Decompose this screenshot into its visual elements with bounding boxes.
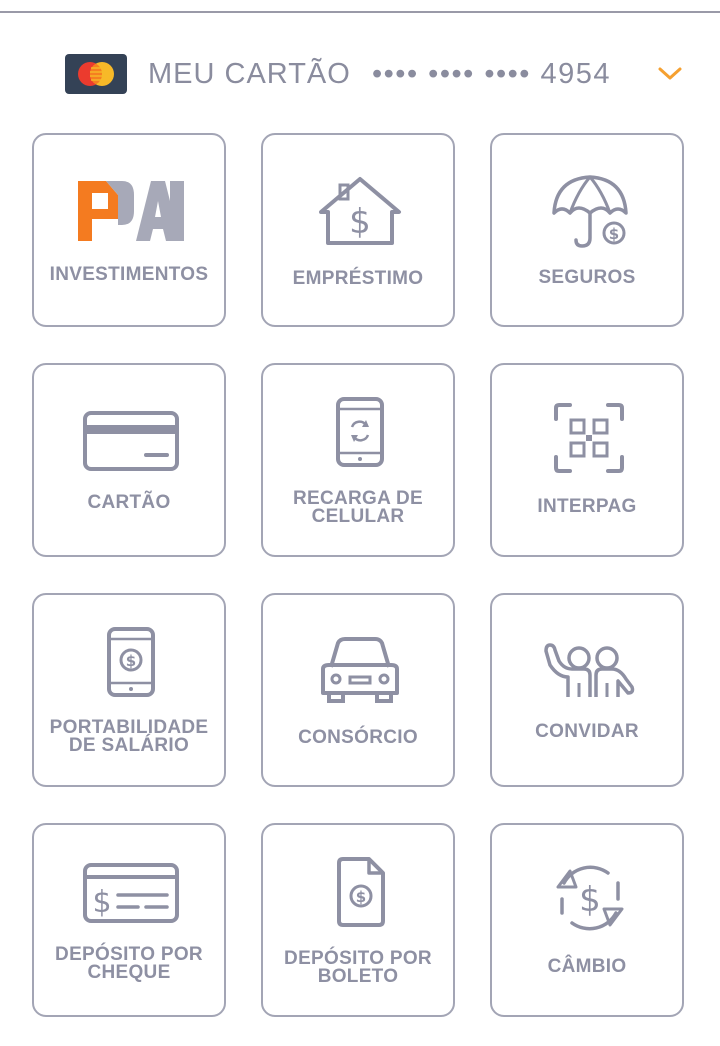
card-number: •••• •••• •••• 4954 bbox=[372, 58, 612, 90]
menu-tile-convidar[interactable]: CONVIDAR bbox=[490, 593, 684, 787]
svg-text:$: $ bbox=[579, 880, 601, 920]
menu-tile-label: DEPÓSITO POR CHEQUE bbox=[55, 944, 203, 983]
svg-text:$: $ bbox=[356, 888, 366, 906]
house-dollar-icon: $ bbox=[319, 177, 401, 245]
svg-text:$: $ bbox=[92, 885, 111, 920]
pai-logo-icon bbox=[78, 181, 184, 241]
svg-text:$: $ bbox=[349, 202, 371, 242]
menu-tile-portabilidade-salario[interactable]: $ PORTABILIDADE DE SALÁRIO bbox=[32, 593, 226, 787]
svg-text:$: $ bbox=[126, 652, 136, 670]
menu-tile-label: INTERPAG bbox=[537, 496, 637, 517]
cheque-icon: $ bbox=[83, 863, 179, 923]
menu-tile-seguros[interactable]: $ SEGUROS bbox=[490, 133, 684, 327]
car-icon bbox=[321, 637, 399, 703]
umbrella-dollar-icon: $ bbox=[552, 175, 628, 248]
credit-card-icon bbox=[83, 411, 179, 471]
boleto-document-icon: $ bbox=[337, 857, 385, 927]
menu-tile-label: CONVIDAR bbox=[535, 721, 639, 742]
phone-refresh-icon bbox=[336, 397, 384, 467]
menu-tile-deposito-cheque[interactable]: $ DEPÓSITO POR CHEQUE bbox=[32, 823, 226, 1017]
menu-tile-deposito-boleto[interactable]: $ DEPÓSITO POR BOLETO bbox=[261, 823, 455, 1017]
menu-tile-emprestimo[interactable]: $ EMPRÉSTIMO bbox=[261, 133, 455, 327]
menu-tile-label: INVESTIMENTOS bbox=[49, 264, 209, 285]
menu-tile-cartao[interactable]: CARTÃO bbox=[32, 363, 226, 557]
menu-tile-label: DEPÓSITO POR BOLETO bbox=[284, 948, 432, 987]
exchange-icon: $ bbox=[556, 865, 624, 931]
svg-text:$: $ bbox=[609, 225, 619, 243]
chevron-down-icon[interactable] bbox=[657, 66, 683, 82]
menu-tile-recarga-celular[interactable]: RECARGA DE CELULAR bbox=[261, 363, 455, 557]
menu-tile-label: CONSÓRCIO bbox=[298, 727, 418, 748]
menu-tile-interpag[interactable]: INTERPAG bbox=[490, 363, 684, 557]
mastercard-logo-icon bbox=[65, 54, 127, 94]
menu-tile-label: PORTABILIDADE DE SALÁRIO bbox=[49, 717, 209, 756]
friends-icon bbox=[544, 643, 635, 697]
menu-tile-label: SEGUROS bbox=[538, 267, 636, 288]
menu-tile-label: EMPRÉSTIMO bbox=[292, 268, 424, 289]
top-divider bbox=[0, 11, 720, 13]
menu-tile-cambio[interactable]: $ CÂMBIO bbox=[490, 823, 684, 1017]
menu-tile-label: CARTÃO bbox=[87, 492, 171, 513]
menu-tile-label: RECARGA DE CELULAR bbox=[292, 488, 424, 527]
qr-code-icon bbox=[554, 403, 624, 473]
menu-tile-investimentos[interactable]: INVESTIMENTOS bbox=[32, 133, 226, 327]
phone-dollar-icon: $ bbox=[107, 627, 155, 697]
menu-tile-label: CÂMBIO bbox=[547, 956, 627, 977]
menu-tile-consorcio[interactable]: CONSÓRCIO bbox=[261, 593, 455, 787]
card-name: MEU CARTÃO bbox=[148, 58, 351, 90]
card-selector[interactable]: MEU CARTÃO •••• •••• •••• 4954 bbox=[0, 50, 720, 100]
